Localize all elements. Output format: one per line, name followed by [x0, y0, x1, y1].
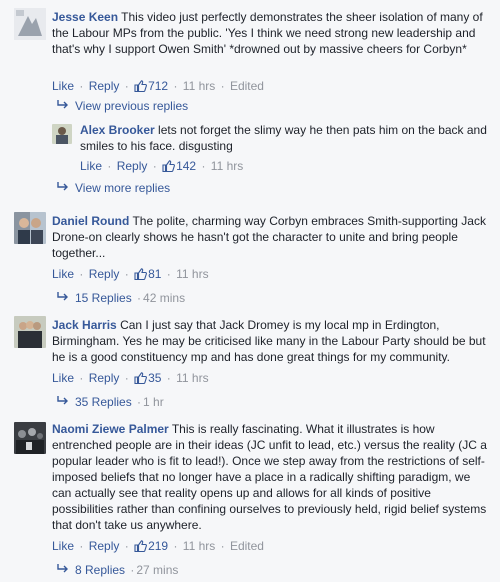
- comment-author[interactable]: Naomi Ziewe Palmer: [52, 422, 169, 436]
- thumbs-up-icon: [162, 160, 176, 172]
- edited-label[interactable]: Edited: [230, 79, 264, 93]
- like-button[interactable]: Like: [52, 539, 74, 553]
- edited-label[interactable]: Edited: [230, 539, 264, 553]
- thumbs-up-icon: [134, 268, 148, 280]
- avatar[interactable]: [52, 124, 72, 144]
- comment-text: Can I just say that Jack Dromey is my lo…: [52, 318, 486, 364]
- comment-actions: Like · Reply · 35 · 11 hrs: [52, 371, 209, 385]
- comment-author[interactable]: Jesse Keen: [52, 10, 118, 24]
- thumbs-up-icon: [134, 372, 148, 384]
- comment-author[interactable]: Jack Harris: [52, 318, 117, 332]
- comment-time[interactable]: 11 hrs: [183, 539, 215, 553]
- comment-body: Jesse Keen This video just perfectly dem…: [52, 9, 492, 57]
- like-count[interactable]: 219: [134, 539, 168, 553]
- replies-link[interactable]: 15 Replies · 42 mins: [56, 290, 185, 306]
- thumbs-up-icon: [134, 540, 148, 552]
- comment-body: Daniel Round The polite, charming way Co…: [52, 213, 492, 261]
- comment-text: This is really fascinating. What it illu…: [52, 422, 487, 532]
- like-button[interactable]: Like: [52, 79, 74, 93]
- avatar[interactable]: [14, 316, 46, 348]
- comment-time[interactable]: 11 hrs: [211, 159, 243, 173]
- replies-link[interactable]: 8 Replies · 27 mins: [56, 562, 178, 578]
- avatar-image: [14, 422, 46, 454]
- avatar[interactable]: [14, 422, 46, 454]
- like-button[interactable]: Like: [80, 159, 102, 173]
- replies-link[interactable]: 35 Replies · 1 hr: [56, 394, 164, 410]
- reply-button[interactable]: Reply: [89, 371, 120, 385]
- reply-button[interactable]: Reply: [89, 267, 120, 281]
- thumbs-up-icon: [134, 80, 148, 92]
- comment-actions: Like · Reply · 219 · 11 hrs · Edited: [52, 539, 264, 553]
- reply-button[interactable]: Reply: [89, 79, 120, 93]
- reply-arrow-icon: [57, 564, 68, 573]
- comment-body: Alex Brooker lets not forget the slimy w…: [80, 122, 492, 154]
- comment-time[interactable]: 11 hrs: [183, 79, 215, 93]
- reply-arrow-icon: [57, 292, 68, 301]
- comment-actions: Like · Reply · 712 · 11 hrs · Edited: [52, 79, 264, 93]
- avatar-image: [52, 124, 72, 144]
- like-count[interactable]: 35: [134, 371, 161, 385]
- comment-body: Naomi Ziewe Palmer This is really fascin…: [52, 421, 492, 533]
- reply-button[interactable]: Reply: [89, 539, 120, 553]
- reply-arrow-icon: [57, 182, 68, 191]
- view-more-replies[interactable]: View more replies: [56, 180, 170, 196]
- comment-actions: Like · Reply · 142 · 11 hrs: [80, 159, 244, 173]
- like-count[interactable]: 142: [162, 159, 196, 173]
- comment-actions: Like · Reply · 81 · 11 hrs: [52, 267, 209, 281]
- like-count[interactable]: 81: [134, 267, 161, 281]
- comment-author[interactable]: Alex Brooker: [80, 123, 155, 137]
- avatar-image: [14, 212, 46, 244]
- like-button[interactable]: Like: [52, 371, 74, 385]
- reply-arrow-icon: [57, 100, 68, 109]
- like-button[interactable]: Like: [52, 267, 74, 281]
- avatar[interactable]: [14, 8, 46, 40]
- avatar-image: [14, 316, 46, 348]
- avatar[interactable]: [14, 212, 46, 244]
- reply-arrow-icon: [57, 396, 68, 405]
- comment-time[interactable]: 11 hrs: [176, 267, 208, 281]
- view-previous-replies[interactable]: View previous replies: [56, 98, 188, 114]
- reply-button[interactable]: Reply: [117, 159, 148, 173]
- like-count[interactable]: 712: [134, 79, 168, 93]
- comment-body: Jack Harris Can I just say that Jack Dro…: [52, 317, 492, 365]
- comment-author[interactable]: Daniel Round: [52, 214, 129, 228]
- avatar-image: [14, 8, 46, 40]
- comment-time[interactable]: 11 hrs: [176, 371, 208, 385]
